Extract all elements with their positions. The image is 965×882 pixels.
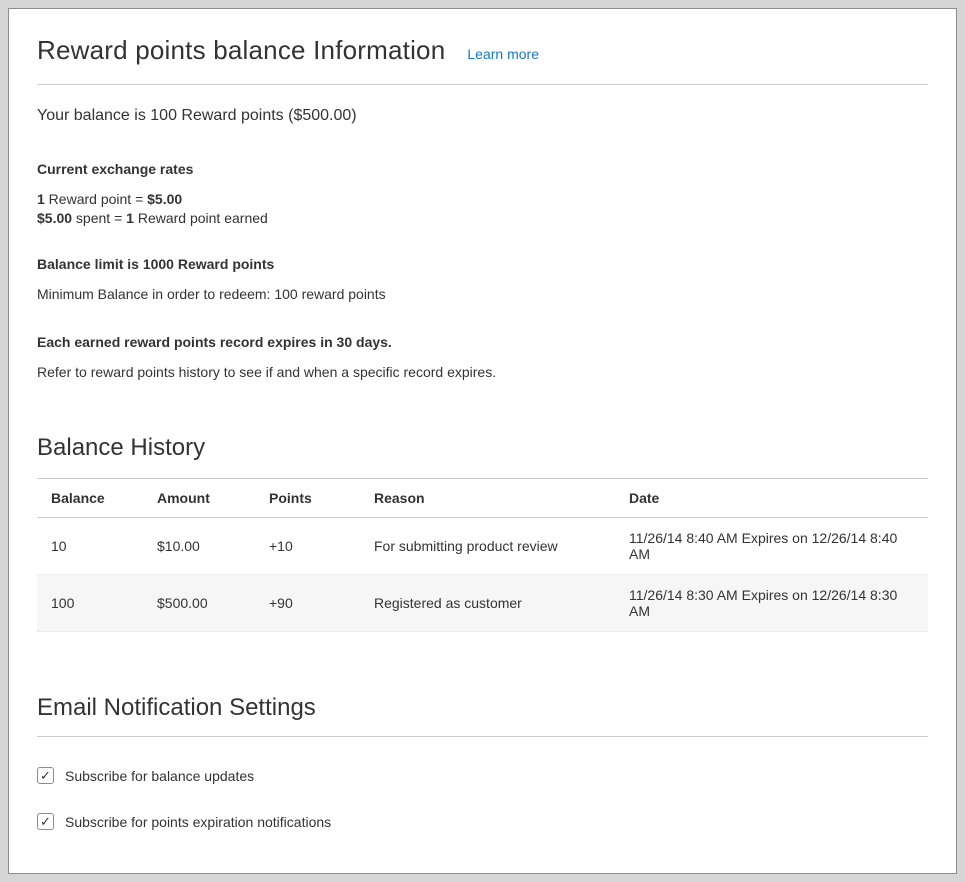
rate2-value: $5.00 [37,210,72,226]
balance-summary: Your balance is 100 Reward points ($500.… [37,107,928,125]
rate2-qty: 1 [126,210,134,226]
balance-history-table-head: Balance Amount Points Reason Date [37,479,928,518]
rate1-qty: 1 [37,191,45,207]
expiration-note: Refer to reward points history to see if… [37,363,928,382]
balance-limit-heading: Balance limit is 1000 Reward points [37,256,928,272]
expiration-heading: Each earned reward points record expires… [37,334,928,350]
cell-amount: $500.00 [145,575,257,632]
exchange-rate-line-1: 1 Reward point = $5.00 [37,190,928,209]
page-header: Reward points balance Information Learn … [37,29,928,85]
column-header-amount: Amount [145,479,257,518]
rate1-value: $5.00 [147,191,182,207]
page-title: Reward points balance Information [37,35,445,66]
balance-updates-row[interactable]: ✓ Subscribe for balance updates [37,767,928,784]
column-header-reason: Reason [362,479,617,518]
checkmark-icon: ✓ [40,815,51,828]
column-header-points: Points [257,479,362,518]
table-row: 100 $500.00 +90 Registered as customer 1… [37,575,928,632]
rate2-tail: Reward point earned [134,210,268,226]
rate2-text: spent = [72,210,126,226]
cell-points: +90 [257,575,362,632]
column-header-date: Date [617,479,928,518]
expiration-notifications-label[interactable]: Subscribe for points expiration notifica… [65,814,331,830]
cell-balance: 100 [37,575,145,632]
cell-reason: Registered as customer [362,575,617,632]
cell-amount: $10.00 [145,518,257,575]
email-settings-header: Email Notification Settings [37,694,928,737]
expiration-notifications-row[interactable]: ✓ Subscribe for points expiration notifi… [37,813,928,830]
cell-reason: For submitting product review [362,518,617,575]
table-row: 10 $10.00 +10 For submitting product rev… [37,518,928,575]
balance-history-table: Balance Amount Points Reason Date 10 $10… [37,478,928,632]
cell-points: +10 [257,518,362,575]
rate1-text: Reward point = [45,191,147,207]
table-header-row: Balance Amount Points Reason Date [37,479,928,518]
min-balance-note: Minimum Balance in order to redeem: 100 … [37,285,928,304]
learn-more-link[interactable]: Learn more [467,46,539,62]
balance-history-table-body: 10 $10.00 +10 For submitting product rev… [37,518,928,632]
cell-date: 11/26/14 8:40 AM Expires on 12/26/14 8:4… [617,518,928,575]
expiration-notifications-checkbox[interactable]: ✓ [37,813,54,830]
balance-history-title: Balance History [37,434,928,462]
exchange-rate-line-2: $5.00 spent = 1 Reward point earned [37,209,928,228]
column-header-balance: Balance [37,479,145,518]
cell-date: 11/26/14 8:30 AM Expires on 12/26/14 8:3… [617,575,928,632]
cell-balance: 10 [37,518,145,575]
balance-updates-checkbox[interactable]: ✓ [37,767,54,784]
exchange-rates-heading: Current exchange rates [37,161,928,177]
checkmark-icon: ✓ [40,769,51,782]
reward-points-panel: Reward points balance Information Learn … [8,8,957,874]
email-settings-title: Email Notification Settings [37,694,928,722]
balance-updates-label[interactable]: Subscribe for balance updates [65,768,254,784]
page-background: Reward points balance Information Learn … [0,0,965,882]
